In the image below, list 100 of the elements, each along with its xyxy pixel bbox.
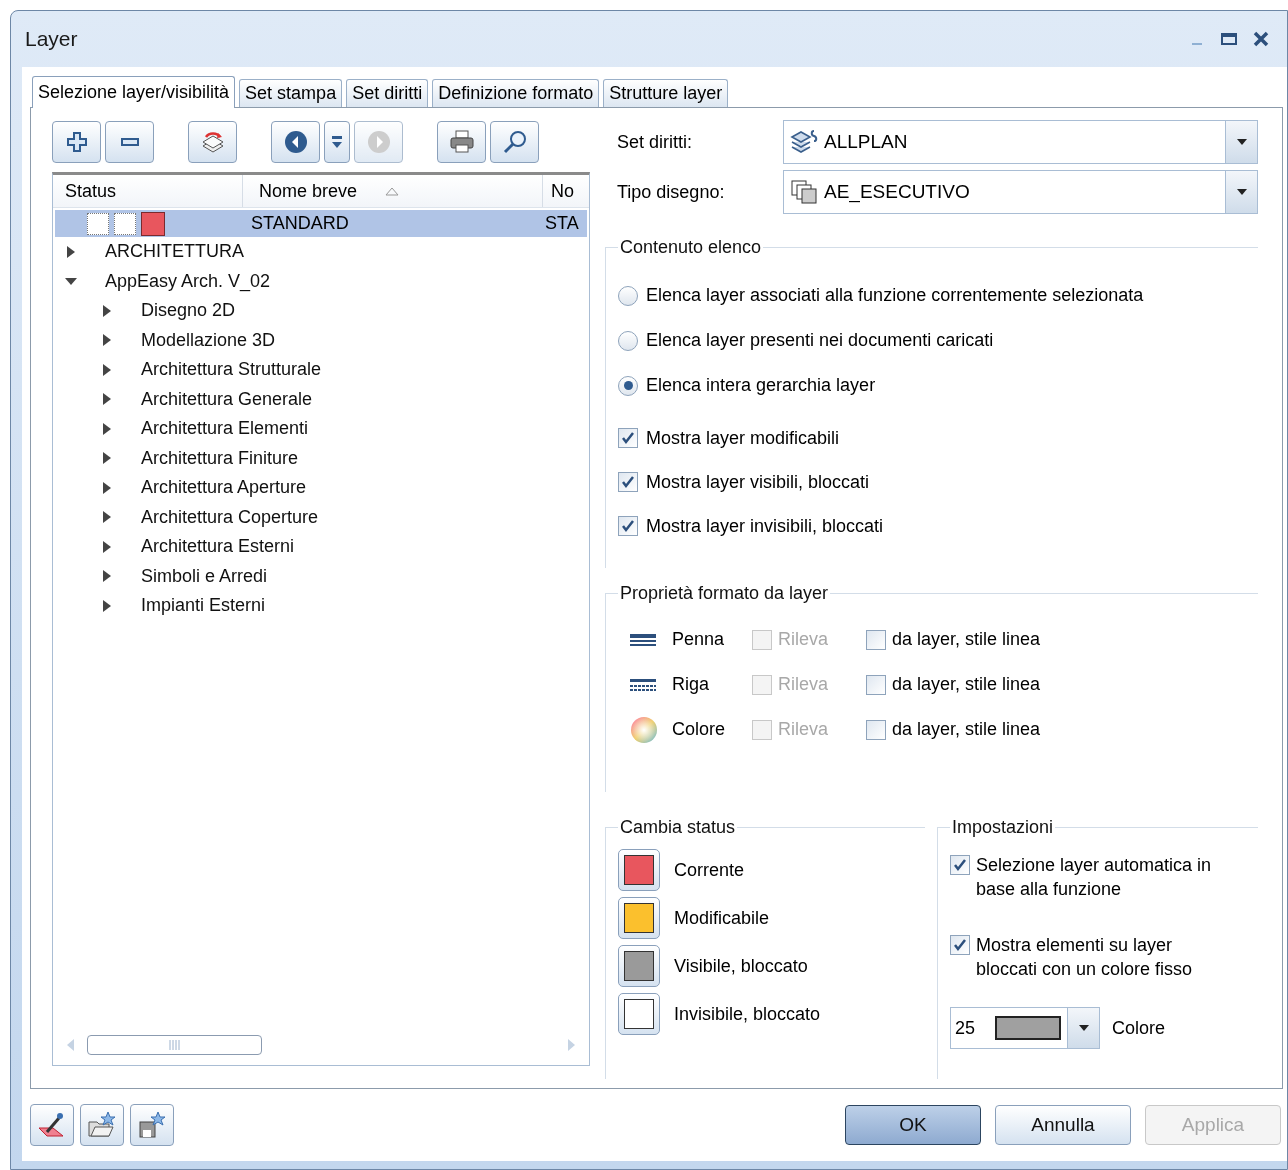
dialog-button[interactable]: Annulla xyxy=(995,1105,1131,1145)
radio-button[interactable] xyxy=(618,330,638,351)
tab[interactable]: Selezione layer/visibilità xyxy=(32,76,236,108)
dropdown-value: ALLPLAN xyxy=(824,129,909,154)
caret-icon xyxy=(1236,139,1247,145)
dropdown-field[interactable]: ALLPLAN xyxy=(783,120,1258,164)
tree-item[interactable]: Disegno 2D xyxy=(141,297,236,325)
status-button[interactable] xyxy=(618,897,660,939)
caret-icon xyxy=(1236,189,1247,195)
checkbox[interactable] xyxy=(950,935,970,955)
layers-icon xyxy=(790,129,818,155)
tree-item[interactable]: Architettura Generale xyxy=(141,385,313,413)
tab[interactable]: Definizione formato xyxy=(432,79,600,107)
dropdown-value: 25 xyxy=(954,1016,977,1040)
checkbox[interactable] xyxy=(618,428,638,448)
expand-arrow-icon[interactable] xyxy=(101,422,113,435)
tab[interactable]: Set diritti xyxy=(346,79,429,107)
status-button[interactable] xyxy=(618,945,660,987)
expand-arrow-icon[interactable] xyxy=(101,393,113,406)
maximize-icon[interactable] xyxy=(1221,32,1237,46)
expand-arrow-icon[interactable] xyxy=(101,481,113,494)
checkbox-label: Mostra elementi su layer bloccati con un colore fisso xyxy=(976,934,1194,981)
property-label: Riga xyxy=(672,673,711,696)
expand-arrow-icon[interactable] xyxy=(101,540,113,553)
tree-item[interactable]: Simboli e Arredi xyxy=(141,562,268,590)
expand-arrow-icon[interactable] xyxy=(101,363,113,376)
window-title: Layer xyxy=(25,26,79,53)
radio-button[interactable] xyxy=(618,285,638,306)
radio-label: Elenca layer associati alla funzione correntemente selezionata xyxy=(646,284,1144,307)
scrollbar-thumb[interactable] xyxy=(87,1035,262,1055)
pick-layer-button[interactable] xyxy=(30,1104,74,1146)
disk-star-icon xyxy=(137,1110,167,1140)
expand-arrow-icon[interactable] xyxy=(65,245,77,258)
checkmark-icon xyxy=(621,431,635,445)
tree-item[interactable]: Architettura Aperture xyxy=(141,474,307,502)
checkbox[interactable] xyxy=(866,629,886,650)
dialog-button[interactable]: OK xyxy=(845,1105,981,1145)
color-wheel-icon xyxy=(630,715,658,744)
status-label: Corrente xyxy=(674,858,745,882)
checkbox[interactable] xyxy=(866,719,886,740)
checkbox-label: da layer, stile linea xyxy=(892,673,1041,696)
checkbox[interactable] xyxy=(618,472,638,492)
property-label: Penna xyxy=(672,628,726,651)
dropdown-arrow-button[interactable] xyxy=(1225,121,1257,163)
expand-arrow-icon[interactable] xyxy=(101,304,113,317)
radio-button[interactable] xyxy=(618,375,638,396)
checkbox[interactable] xyxy=(950,855,970,875)
tab[interactable]: Strutture layer xyxy=(603,79,729,107)
open-favorite-button[interactable] xyxy=(80,1104,124,1146)
sheets-icon xyxy=(790,179,818,205)
toolbar-button[interactable] xyxy=(105,121,154,163)
status-button[interactable] xyxy=(618,849,660,891)
checkbox-label: Selezione layer automatica in base alla funzione xyxy=(976,854,1213,901)
tree-item[interactable]: Architettura Esterni xyxy=(141,533,295,561)
tree-item[interactable]: Modellazione 3D xyxy=(141,326,276,354)
tree-item[interactable]: Architettura Coperture xyxy=(141,503,319,531)
checkbox-label: Rileva xyxy=(778,628,829,651)
column-header[interactable]: Nome breve xyxy=(243,175,543,207)
toolbar-button[interactable] xyxy=(188,121,237,163)
radio-label: Elenca layer presenti nei documenti caricati xyxy=(646,329,994,352)
toolbar-button[interactable] xyxy=(324,121,350,163)
tree-item[interactable]: AppEasy Arch. V_02 xyxy=(105,267,271,295)
tree-item[interactable]: Impianti Esterni xyxy=(141,592,266,620)
field-label: Tipo disegno: xyxy=(616,180,726,204)
tree-item[interactable]: Architettura Strutturale xyxy=(141,356,322,384)
expand-arrow-icon[interactable] xyxy=(101,599,113,612)
sort-arrow-icon xyxy=(385,186,400,196)
status-button[interactable] xyxy=(618,993,660,1035)
tab[interactable]: Set stampa xyxy=(239,79,343,107)
column-header[interactable]: No xyxy=(543,175,589,207)
group-title: Contenuto elenco xyxy=(619,236,763,259)
column-header[interactable]: Status xyxy=(53,175,243,207)
expand-arrow-icon[interactable] xyxy=(101,570,113,583)
expand-arrow-icon[interactable] xyxy=(101,334,113,347)
tree-item[interactable]: Architettura Finiture xyxy=(141,444,299,472)
checkbox[interactable] xyxy=(866,674,886,695)
status-label: Modificabile xyxy=(674,906,770,930)
save-favorite-button[interactable] xyxy=(130,1104,174,1146)
toolbar-button[interactable] xyxy=(271,121,320,163)
radio-label: Elenca intera gerarchia layer xyxy=(646,374,876,397)
checkbox-label: Rileva xyxy=(778,718,829,741)
dropdown-arrow-button[interactable] xyxy=(1067,1008,1099,1048)
close-icon[interactable] xyxy=(1253,31,1269,47)
status-box xyxy=(87,212,109,235)
expand-arrow-icon[interactable] xyxy=(101,511,113,524)
tree-item[interactable]: Architettura Elementi xyxy=(141,415,309,443)
toolbar-button[interactable] xyxy=(52,121,101,163)
status-label: Visibile, bloccato xyxy=(674,954,808,978)
expand-arrow-icon[interactable] xyxy=(101,452,113,465)
toolbar-button[interactable] xyxy=(437,121,486,163)
checkbox[interactable] xyxy=(618,516,638,536)
color-dropdown[interactable]: 25 xyxy=(950,1007,1100,1049)
tree-item[interactable]: ARCHITETTURA xyxy=(105,238,244,266)
checkbox-label: Mostra layer invisibili, bloccati xyxy=(646,514,884,538)
toolbar-button[interactable] xyxy=(490,121,539,163)
dropdown-field[interactable]: AE_ESECUTIVO xyxy=(783,170,1258,214)
table-row[interactable]: STANDARD STA xyxy=(55,210,587,237)
checkbox-label: da layer, stile linea xyxy=(892,628,1041,651)
dropdown-arrow-button[interactable] xyxy=(1225,171,1257,213)
checkmark-icon xyxy=(621,519,635,533)
